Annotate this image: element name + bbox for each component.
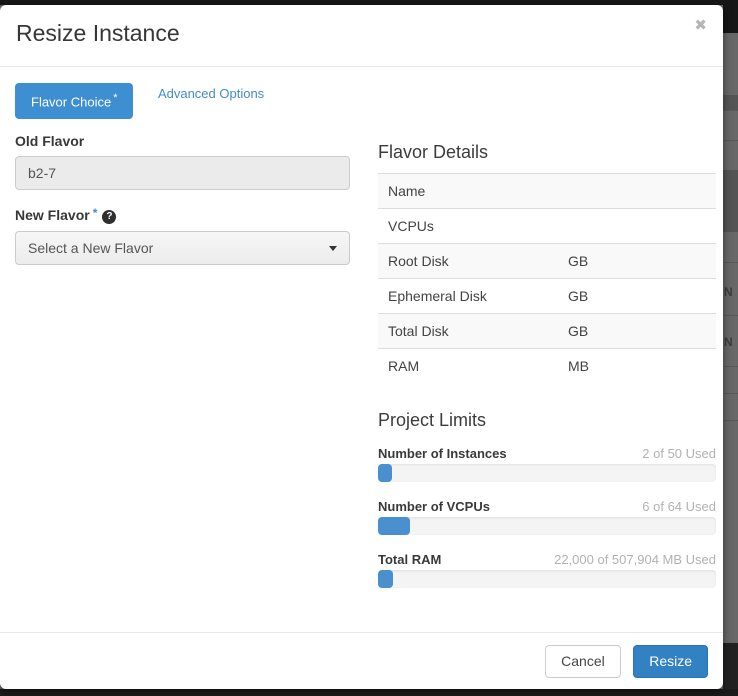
cancel-button[interactable]: Cancel: [545, 645, 621, 678]
table-row: Total DiskGB: [378, 314, 716, 349]
detail-name: Total Disk: [378, 314, 558, 349]
background-row-line: [723, 140, 738, 141]
background-row-line: [723, 420, 738, 421]
table-row: Ephemeral DiskGB: [378, 279, 716, 314]
progress-fill: [378, 517, 410, 535]
background-page-column: N N: [723, 0, 738, 696]
flavor-form-column: Old Flavor New Flavor*? Select a New Fla…: [15, 133, 350, 265]
meter-usage: 2 of 50 Used: [642, 444, 716, 464]
table-row: Root DiskGB: [378, 244, 716, 279]
meter-vcpus: Number of VCPUs 6 of 64 Used: [378, 497, 716, 535]
tab-advanced-options[interactable]: Advanced Options: [158, 86, 264, 101]
flavor-details-table: Name VCPUs Root DiskGB Ephemeral DiskGB …: [378, 173, 716, 383]
table-row: VCPUs: [378, 209, 716, 244]
background-row-line: [723, 393, 738, 394]
progress-fill: [378, 570, 393, 588]
background-text-fragment: N: [724, 286, 738, 298]
modal-footer: Cancel Resize: [0, 632, 723, 689]
new-flavor-label: New Flavor*?: [15, 206, 350, 224]
tab-flavor-choice[interactable]: Flavor Choice*: [15, 83, 133, 119]
meter-usage: 22,000 of 507,904 MB Used: [554, 550, 716, 570]
detail-unit: [558, 174, 716, 209]
flavor-details-heading: Flavor Details: [378, 142, 716, 163]
background-bottom-strip: [0, 689, 738, 696]
progress-bar: [378, 464, 716, 482]
background-row-line: [723, 262, 738, 263]
detail-unit: [558, 209, 716, 244]
modal-header: Resize Instance ✖: [0, 5, 723, 67]
meter-label: Number of VCPUs: [378, 497, 490, 517]
required-asterisk: *: [93, 206, 98, 220]
progress-bar: [378, 517, 716, 535]
detail-unit: GB: [558, 279, 716, 314]
resize-button[interactable]: Resize: [633, 645, 708, 678]
background-row-line: [723, 315, 738, 316]
old-flavor-input: [15, 156, 350, 190]
progress-fill: [378, 464, 392, 482]
chevron-down-icon: [329, 246, 337, 251]
background-text-fragment: N: [724, 336, 738, 348]
resize-instance-modal: Resize Instance ✖ Flavor Choice* Advance…: [0, 5, 723, 689]
required-asterisk: *: [113, 92, 117, 104]
old-flavor-label: Old Flavor: [15, 133, 350, 149]
detail-unit: GB: [558, 314, 716, 349]
new-flavor-select-value: Select a New Flavor: [28, 240, 153, 256]
modal-title: Resize Instance: [16, 20, 180, 47]
table-row: RAMMB: [378, 349, 716, 384]
table-row: Name: [378, 174, 716, 209]
detail-name: Name: [378, 174, 558, 209]
close-icon[interactable]: ✖: [694, 16, 707, 34]
modal-tabs: Flavor Choice* Advanced Options: [15, 83, 264, 119]
meter-usage: 6 of 64 Used: [642, 497, 716, 517]
detail-name: Root Disk: [378, 244, 558, 279]
new-flavor-label-text: New Flavor: [15, 207, 90, 223]
new-flavor-select[interactable]: Select a New Flavor: [15, 231, 350, 265]
detail-unit: MB: [558, 349, 716, 384]
detail-name: Ephemeral Disk: [378, 279, 558, 314]
meter-instances: Number of Instances 2 of 50 Used: [378, 444, 716, 482]
background-fragment: [723, 95, 738, 111]
background-row-line: [723, 366, 738, 367]
project-limits-heading: Project Limits: [378, 410, 716, 431]
background-fragment: [723, 0, 738, 33]
tab-flavor-choice-label: Flavor Choice: [31, 94, 111, 109]
detail-name: VCPUs: [378, 209, 558, 244]
progress-bar: [378, 570, 716, 588]
meter-label: Total RAM: [378, 550, 441, 570]
meter-label: Number of Instances: [378, 444, 507, 464]
background-row-line: [723, 110, 738, 111]
detail-name: RAM: [378, 349, 558, 384]
detail-unit: GB: [558, 244, 716, 279]
details-column: Flavor Details Name VCPUs Root DiskGB Ep…: [378, 142, 716, 603]
background-fragment: [723, 170, 738, 232]
meter-ram: Total RAM 22,000 of 507,904 MB Used: [378, 550, 716, 588]
help-icon[interactable]: ?: [102, 210, 116, 224]
